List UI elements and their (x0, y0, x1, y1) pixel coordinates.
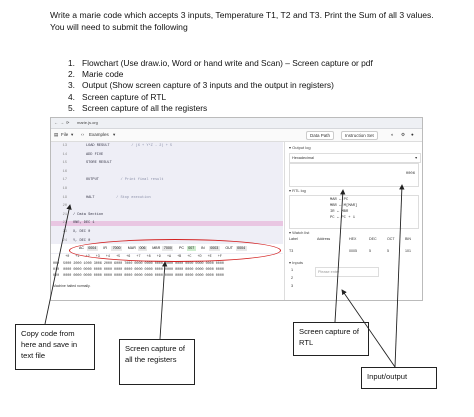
callout-arrows (44, 184, 405, 368)
arrow-output (394, 184, 405, 368)
arrow-rtl (334, 189, 346, 323)
arrow-copy-code (44, 204, 72, 325)
arrow-registers (159, 261, 168, 340)
arrow-input (341, 289, 396, 368)
